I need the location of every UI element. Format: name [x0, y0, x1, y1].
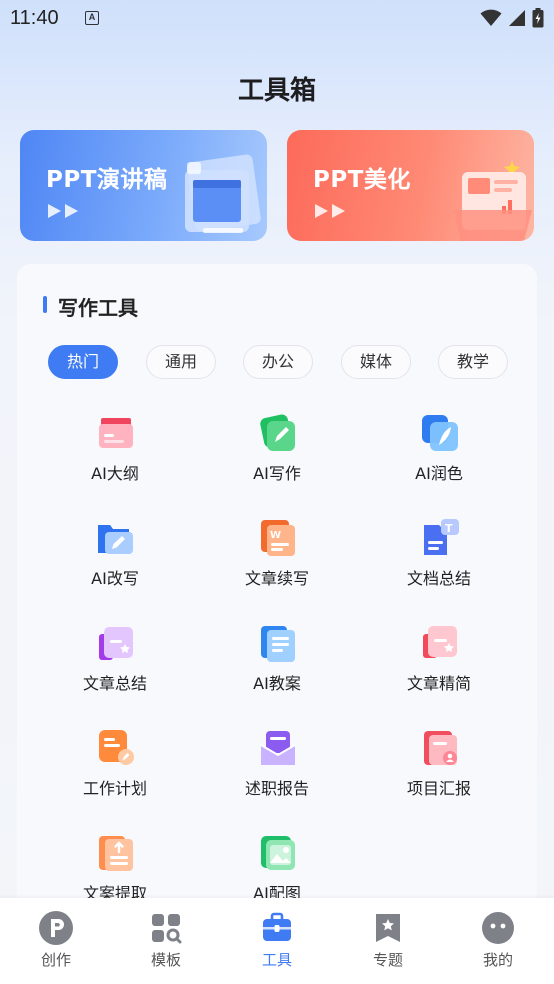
tab-teaching[interactable]: 教学	[438, 345, 508, 379]
create-p-icon	[39, 911, 73, 945]
doc-summary-icon: T	[424, 519, 459, 555]
tab-general[interactable]: 通用	[146, 345, 216, 379]
tool-label: 文章续写	[244, 569, 309, 588]
nav-templates[interactable]: 模板	[126, 910, 206, 970]
tool-ai-outline[interactable]: AI大纲	[50, 412, 180, 492]
tool-label: 文档总结	[406, 569, 471, 588]
page-title: 工具箱	[237, 76, 316, 106]
section-title: 写作工具	[58, 296, 138, 320]
lesson-plan-icon	[261, 626, 295, 662]
tool-ai-writing[interactable]: AI写作	[212, 412, 342, 492]
nav-label: 创作	[40, 951, 71, 969]
tool-label: 项目汇报	[406, 779, 471, 798]
outline-icon	[99, 418, 133, 448]
template-grid-icon	[152, 914, 182, 944]
tool-doc-summary[interactable]: T 文档总结	[374, 517, 504, 597]
section-accent-bar	[43, 296, 47, 313]
nav-label: 专题	[372, 951, 403, 969]
banner-label: PPT美化	[313, 167, 411, 193]
tool-label: AI改写	[91, 569, 139, 588]
document-stack-icon	[185, 154, 261, 233]
nav-label: 模板	[150, 951, 181, 969]
banner-label: PPT演讲稿	[46, 167, 168, 193]
tool-ai-polish[interactable]: AI润色	[374, 412, 504, 492]
image-icon	[261, 836, 295, 870]
tool-label: AI写作	[253, 464, 301, 483]
category-tabs: 热门 通用 办公 媒体 教学	[48, 345, 510, 379]
status-time: 11:40	[10, 7, 59, 29]
writing-tools-card: 写作工具 热门 通用 办公 媒体 教学 AI大纲 AI写作 AI润色 AI改写 …	[17, 264, 537, 924]
feather-polish-icon	[422, 415, 458, 451]
tool-ai-rewrite[interactable]: AI改写	[50, 517, 180, 597]
work-plan-icon	[99, 730, 134, 765]
tool-article-simplify[interactable]: 文章精简	[374, 622, 504, 702]
status-bar: 11:40 A	[0, 0, 554, 38]
tool-label: 文章精简	[406, 674, 471, 693]
double-arrow-icon	[315, 204, 345, 218]
svg-text:T: T	[445, 522, 453, 535]
nav-create[interactable]: 创作	[16, 910, 96, 970]
nav-mine[interactable]: 我的	[458, 910, 538, 970]
project-report-icon	[424, 731, 457, 765]
article-simplify-icon	[423, 626, 457, 658]
presentation-folder-icon	[454, 160, 532, 241]
tool-duty-report[interactable]: 述职报告	[212, 727, 342, 807]
profile-face-icon	[482, 912, 514, 944]
tab-office[interactable]: 办公	[243, 345, 313, 379]
tab-media[interactable]: 媒体	[341, 345, 411, 379]
tool-label: 述职报告	[244, 779, 309, 798]
keyboard-a-icon: A	[85, 11, 99, 25]
tool-label: 文章总结	[82, 674, 147, 693]
tool-label: 工作计划	[82, 779, 147, 798]
tool-label: AI大纲	[91, 464, 139, 483]
svg-text:W: W	[270, 530, 281, 541]
tool-work-plan[interactable]: 工作计划	[50, 727, 180, 807]
nav-tools[interactable]: 工具	[237, 910, 317, 970]
tool-ai-lesson-plan[interactable]: AI教案	[212, 622, 342, 702]
nav-topics[interactable]: 专题	[348, 910, 428, 970]
tool-label: AI润色	[415, 464, 463, 483]
tool-label: AI教案	[253, 674, 301, 693]
nav-label: 工具	[261, 951, 292, 969]
toolbox-icon	[263, 912, 291, 941]
tab-hot[interactable]: 热门	[48, 345, 118, 379]
report-envelope-icon	[260, 731, 296, 765]
tool-project-report[interactable]: 项目汇报	[374, 727, 504, 807]
tool-article-continue[interactable]: W 文章续写	[212, 517, 342, 597]
nav-label: 我的	[482, 951, 513, 969]
tool-article-summary[interactable]: 文章总结	[50, 622, 180, 702]
article-summary-icon	[99, 627, 133, 660]
word-continue-icon: W	[261, 520, 295, 556]
folder-edit-icon	[98, 525, 133, 554]
copy-extract-icon	[99, 836, 133, 871]
ppt-beautify-banner[interactable]: PPT美化	[287, 130, 534, 241]
battery-icon	[532, 8, 544, 28]
wifi-icon	[480, 9, 502, 26]
topic-star-icon	[376, 914, 400, 942]
pen-writing-icon	[260, 414, 295, 451]
signal-icon	[509, 10, 525, 26]
bottom-navigation: 创作 模板 工具 专题 我的	[0, 898, 554, 984]
ppt-speech-banner[interactable]: PPT演讲稿	[20, 130, 267, 241]
status-icons	[480, 8, 544, 28]
double-arrow-icon	[48, 204, 78, 218]
